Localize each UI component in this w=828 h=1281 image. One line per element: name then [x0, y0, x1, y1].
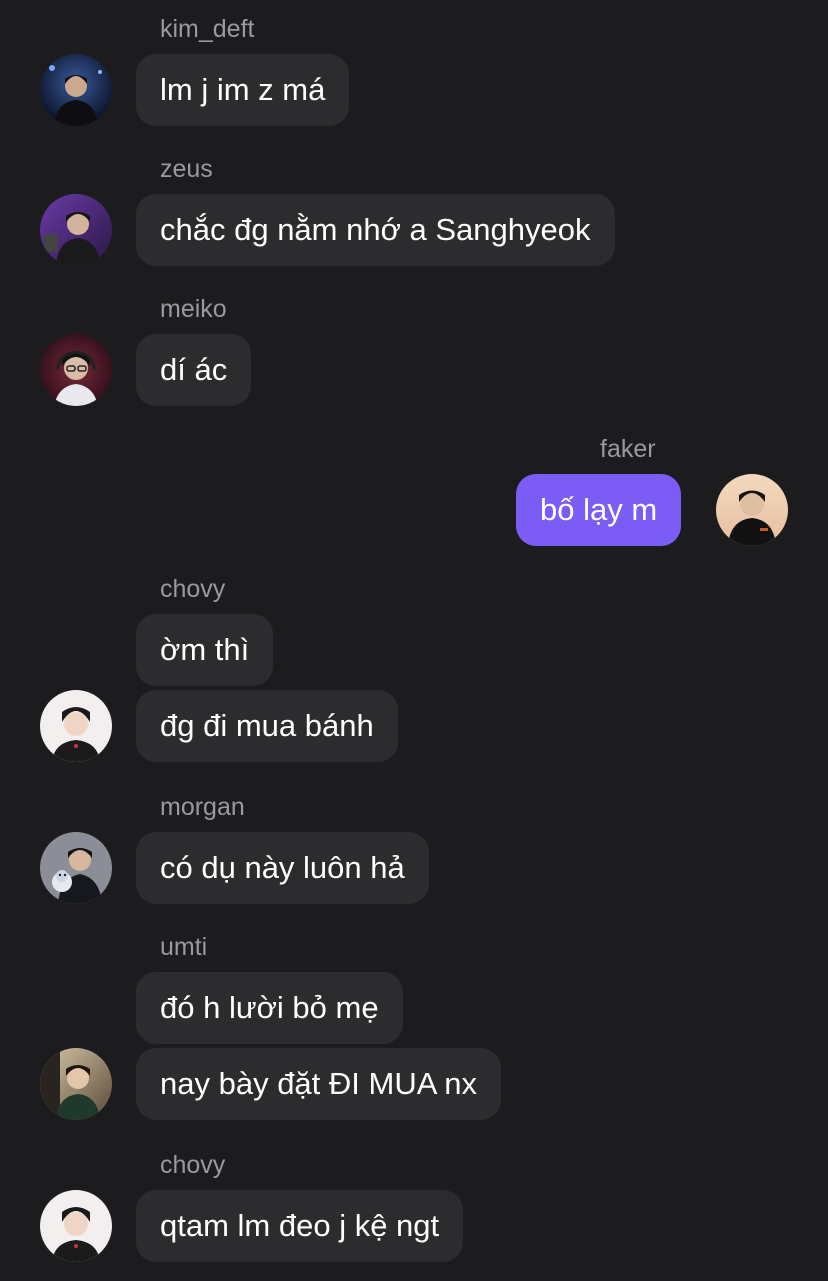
avatar[interactable] — [40, 690, 112, 762]
sender-name: meiko — [160, 295, 227, 323]
sender-name: morgan — [160, 793, 245, 821]
sender-name: faker — [600, 435, 656, 463]
sender-name: zeus — [160, 155, 213, 183]
avatar[interactable] — [40, 832, 112, 904]
message-bubble[interactable]: dí ác — [136, 334, 252, 406]
avatar[interactable] — [40, 1190, 112, 1262]
avatar[interactable] — [40, 194, 112, 266]
sender-name: chovy — [160, 575, 226, 603]
message-bubble-outgoing[interactable]: bố lạy m — [516, 474, 682, 546]
avatar[interactable] — [40, 334, 112, 406]
sender-name: umti — [160, 933, 208, 961]
avatar[interactable] — [40, 1048, 112, 1120]
message-bubble[interactable]: lm j im z má — [136, 54, 350, 126]
avatar[interactable] — [40, 54, 112, 126]
message-bubble[interactable]: qtam lm đeo j kệ ngt — [136, 1190, 464, 1262]
message-bubble[interactable]: đó h lười bỏ mẹ — [136, 972, 403, 1044]
message-bubble[interactable]: đg đi mua bánh — [136, 690, 398, 762]
message-bubble[interactable]: chắc đg nằm nhớ a Sanghyeok — [136, 194, 615, 266]
message-bubble[interactable]: ờm thì — [136, 614, 274, 686]
avatar[interactable] — [716, 474, 788, 546]
message-bubble[interactable]: nay bày đặt ĐI MUA nx — [136, 1048, 502, 1120]
sender-name: chovy — [160, 1151, 226, 1179]
sender-name: kim_deft — [160, 15, 255, 43]
message-bubble[interactable]: có dụ này luôn hả — [136, 832, 429, 904]
